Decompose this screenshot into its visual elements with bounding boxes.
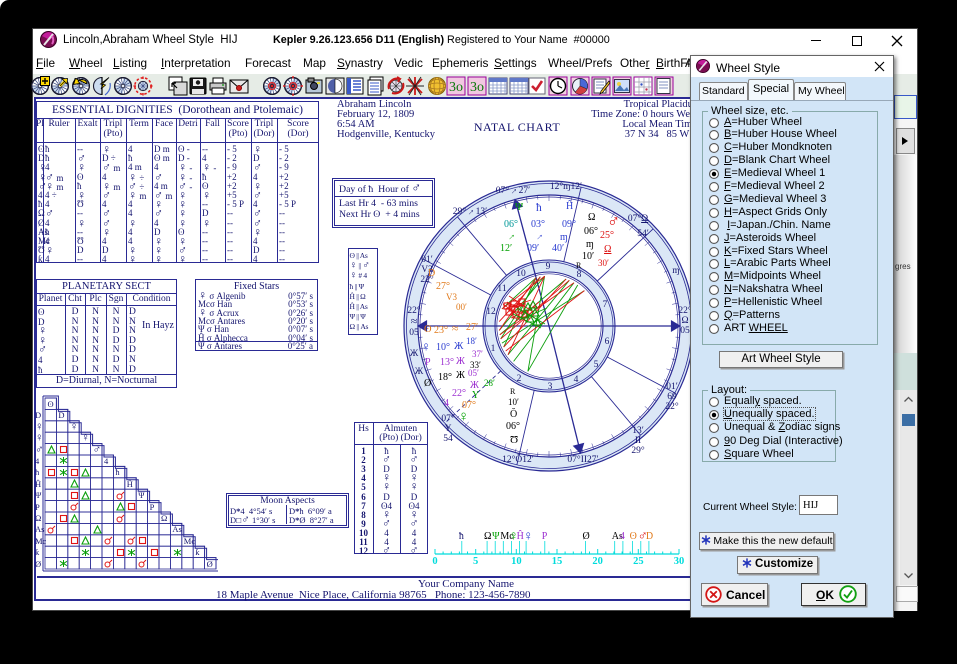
svg-text:3o: 3o xyxy=(470,80,484,95)
svg-text:8: 8 xyxy=(577,270,582,280)
svg-text:3: 3 xyxy=(548,382,553,392)
svg-text:11: 11 xyxy=(497,284,506,294)
svg-text:5: 5 xyxy=(594,360,599,370)
svg-text:7: 7 xyxy=(603,300,608,310)
svg-text:12: 12 xyxy=(486,307,496,317)
svg-text:2: 2 xyxy=(517,374,522,384)
svg-text:10: 10 xyxy=(516,269,526,279)
svg-text:3o: 3o xyxy=(449,80,463,95)
svg-text:4: 4 xyxy=(574,375,579,385)
svg-text:9: 9 xyxy=(546,262,551,272)
svg-text:6: 6 xyxy=(605,337,610,347)
svg-text:1: 1 xyxy=(491,344,496,354)
